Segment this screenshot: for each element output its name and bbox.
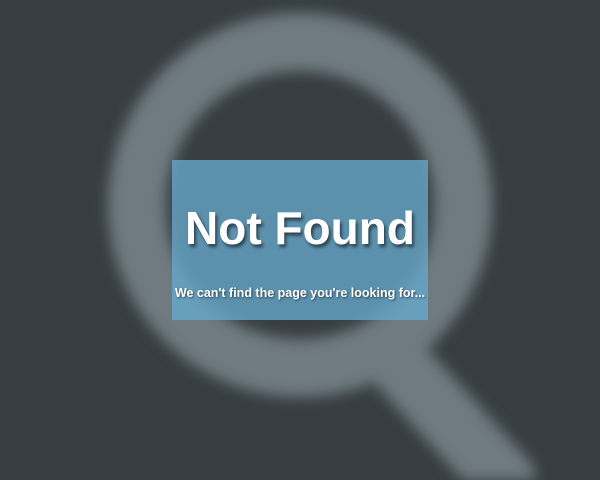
- page-title: Not Found: [185, 202, 415, 254]
- not-found-message: We can't find the page you're looking fo…: [174, 286, 426, 300]
- not-found-panel: Not Found We can't find the page you're …: [172, 160, 428, 320]
